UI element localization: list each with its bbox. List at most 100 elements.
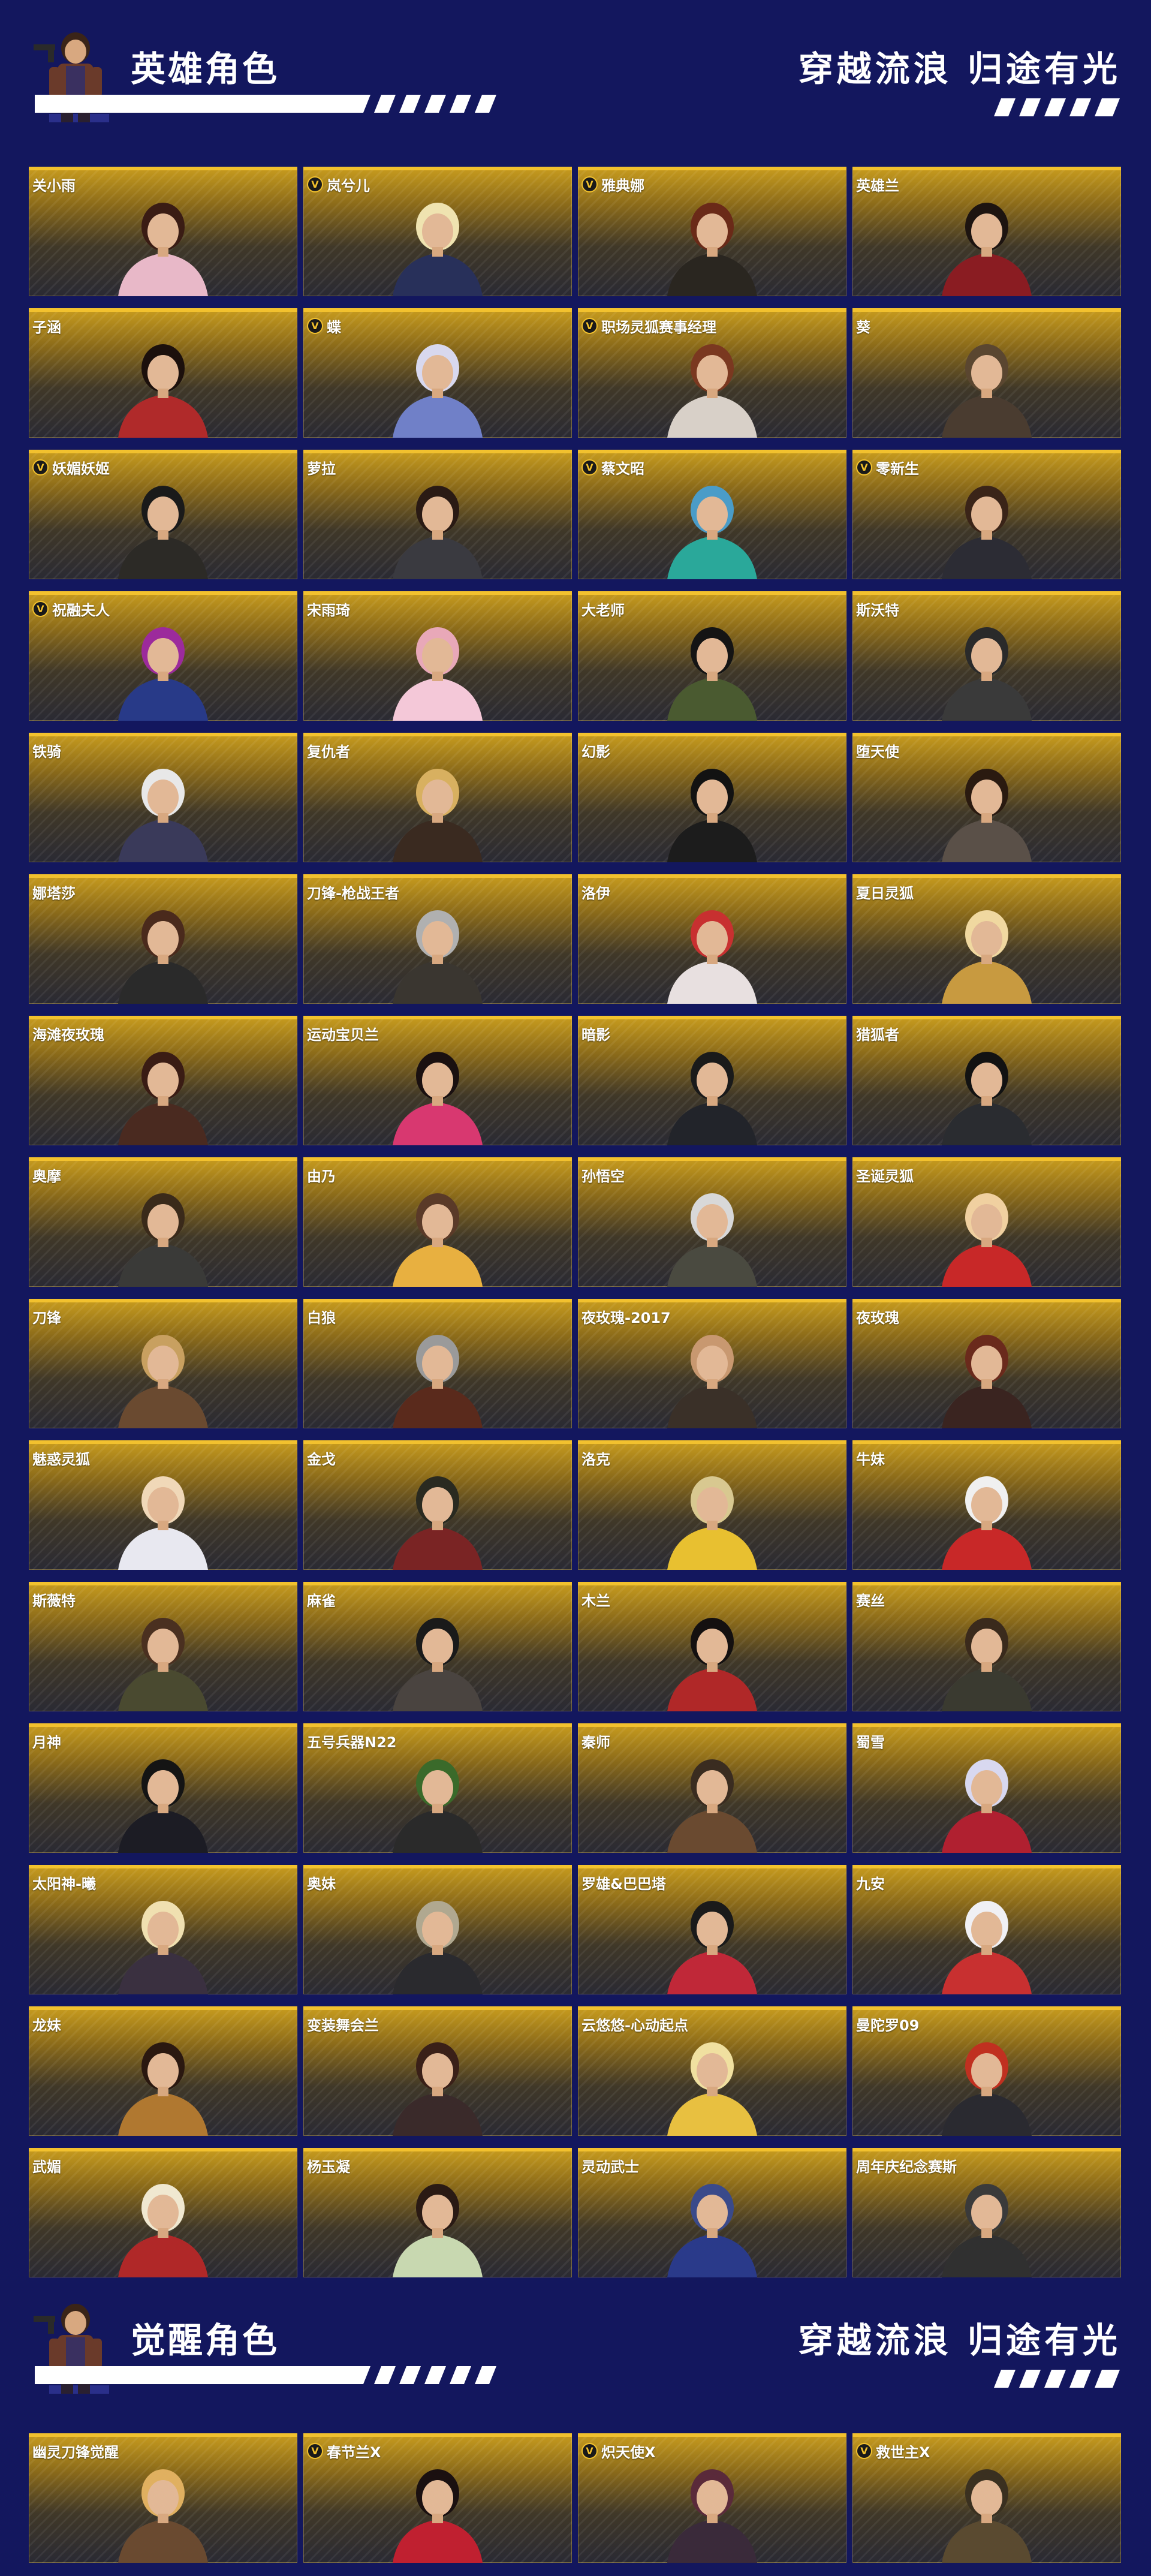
character-card[interactable]: 刀锋 (29, 1299, 297, 1428)
character-card[interactable]: 太阳神-曦 (29, 1865, 297, 1994)
character-card[interactable]: 暗影 (578, 1016, 846, 1145)
character-card[interactable]: 金戈 (303, 1440, 572, 1570)
character-card[interactable]: 牛妹 (852, 1440, 1121, 1570)
character-card[interactable]: 复仇者 (303, 733, 572, 862)
character-card[interactable]: 夜玫瑰 (852, 1299, 1121, 1428)
character-card[interactable]: 奥摩 (29, 1157, 297, 1287)
character-card[interactable]: 猎狐者 (852, 1016, 1121, 1145)
character-card[interactable]: 萝拉 (303, 450, 572, 579)
character-card[interactable]: 奥妹 (303, 1865, 572, 1994)
character-card[interactable]: V 炽天使X (578, 2433, 846, 2563)
character-card[interactable]: 月神 (29, 1723, 297, 1853)
character-card[interactable]: V 蔡文昭 (578, 450, 846, 579)
character-card[interactable]: 大老师 (578, 591, 846, 721)
character-card[interactable]: 洛克 (578, 1440, 846, 1570)
vip-badge-icon: V (32, 459, 49, 476)
character-card[interactable]: 武媚 (29, 2148, 297, 2277)
character-label: 木兰 (581, 1589, 610, 1610)
section-title: 英雄角色 (131, 49, 280, 89)
character-card[interactable]: 孙悟空 (578, 1157, 846, 1287)
character-card[interactable]: 宋雨琦 (303, 591, 572, 721)
character-card[interactable]: 子涵 (29, 308, 297, 438)
character-card[interactable]: 关小雨 (29, 167, 297, 296)
character-card[interactable]: V 救世主X (852, 2433, 1121, 2563)
vip-badge-icon: V (856, 459, 872, 476)
character-card[interactable]: 曼陀罗09 (852, 2006, 1121, 2136)
character-card[interactable]: 秦师 (578, 1723, 846, 1853)
character-card[interactable]: V 春节兰X (303, 2433, 572, 2563)
character-label: V 雅典娜 (581, 174, 644, 195)
character-label: 月神 (32, 1731, 61, 1752)
character-card[interactable]: V 零新生 (852, 450, 1121, 579)
character-card[interactable]: 堕天使 (852, 733, 1121, 862)
character-name: 夜玫瑰 (856, 1310, 899, 1326)
character-card[interactable]: 海滩夜玫瑰 (29, 1016, 297, 1145)
character-portrait (118, 1901, 208, 1994)
card-top-accent (303, 733, 572, 736)
character-card[interactable]: 斯沃特 (852, 591, 1121, 721)
character-name: 蔡文昭 (601, 461, 644, 477)
card-top-accent (303, 308, 572, 312)
card-top-accent (29, 1157, 297, 1161)
character-card[interactable]: 云悠悠-心动起点 (578, 2006, 846, 2136)
character-portrait (393, 910, 483, 1004)
character-card[interactable]: 夏日灵狐 (852, 874, 1121, 1004)
character-name: 灵动武士 (581, 2159, 639, 2175)
character-card[interactable]: 葵 (852, 308, 1121, 438)
character-name: 妖媚妖姬 (52, 461, 110, 477)
character-portrait (667, 1476, 757, 1570)
character-card[interactable]: V 祝融夫人 (29, 591, 297, 721)
character-card[interactable]: 龙妹 (29, 2006, 297, 2136)
character-card[interactable]: 周年庆纪念赛斯 (852, 2148, 1121, 2277)
character-card[interactable]: V 职场灵狐赛事经理 (578, 308, 846, 438)
character-card[interactable]: V 妖媚妖姬 (29, 450, 297, 579)
character-card[interactable]: 圣诞灵狐 (852, 1157, 1121, 1287)
character-card[interactable]: 五号兵器N22 (303, 1723, 572, 1853)
character-label: 圣诞灵狐 (856, 1164, 914, 1185)
card-top-accent (852, 2433, 1121, 2437)
card-top-accent (29, 591, 297, 595)
character-portrait (942, 486, 1032, 579)
character-portrait (942, 344, 1032, 438)
character-card[interactable]: 赛丝 (852, 1582, 1121, 1711)
character-name: 龙妹 (32, 2017, 61, 2034)
character-name: 炽天使X (601, 2444, 656, 2461)
character-card[interactable]: 幽灵刀锋觉醒 (29, 2433, 297, 2563)
character-card[interactable]: 杨玉凝 (303, 2148, 572, 2277)
character-card[interactable]: 麻雀 (303, 1582, 572, 1711)
card-top-accent (852, 1299, 1121, 1302)
card-top-accent (578, 591, 846, 595)
character-card[interactable]: 罗雄&巴巴塔 (578, 1865, 846, 1994)
character-card[interactable]: 木兰 (578, 1582, 846, 1711)
card-top-accent (29, 167, 297, 170)
character-card[interactable]: 变装舞会兰 (303, 2006, 572, 2136)
character-card[interactable]: 白狼 (303, 1299, 572, 1428)
character-portrait (942, 1052, 1032, 1145)
card-top-accent (29, 1723, 297, 1727)
character-card[interactable]: V蝶 (303, 308, 572, 438)
character-label: 暗影 (581, 1023, 610, 1044)
character-card[interactable]: 刀锋-枪战王者 (303, 874, 572, 1004)
character-card[interactable]: 运动宝贝兰 (303, 1016, 572, 1145)
character-card[interactable]: V 岚兮儿 (303, 167, 572, 296)
character-card[interactable]: 娜塔莎 (29, 874, 297, 1004)
character-card[interactable]: 由乃 (303, 1157, 572, 1287)
character-card[interactable]: 洛伊 (578, 874, 846, 1004)
hero-card-grid: 关小雨 V 岚兮儿 V 雅典娜 英雄兰 子涵 V 蝶 V 职场灵狐赛事经理葵 V 妖媚妖姬 萝拉 V 蔡文昭 V… (29, 167, 1122, 2285)
character-card[interactable]: 铁骑 (29, 733, 297, 862)
character-card[interactable]: 蜀雪 (852, 1723, 1121, 1853)
card-top-accent (852, 308, 1121, 312)
character-card[interactable]: 魅惑灵狐 (29, 1440, 297, 1570)
character-label: V 春节兰X (307, 2440, 381, 2461)
character-card[interactable]: 九安 (852, 1865, 1121, 1994)
character-card[interactable]: 夜玫瑰-2017 (578, 1299, 846, 1428)
character-portrait (942, 1193, 1032, 1287)
character-card[interactable]: 斯薇特 (29, 1582, 297, 1711)
character-label: 铁骑 (32, 740, 61, 761)
character-label: 麻雀 (307, 1589, 336, 1610)
character-card[interactable]: V 雅典娜 (578, 167, 846, 296)
character-card[interactable]: 灵动武士 (578, 2148, 846, 2277)
character-label: 白狼 (307, 1306, 336, 1327)
character-card[interactable]: 英雄兰 (852, 167, 1121, 296)
character-card[interactable]: 幻影 (578, 733, 846, 862)
